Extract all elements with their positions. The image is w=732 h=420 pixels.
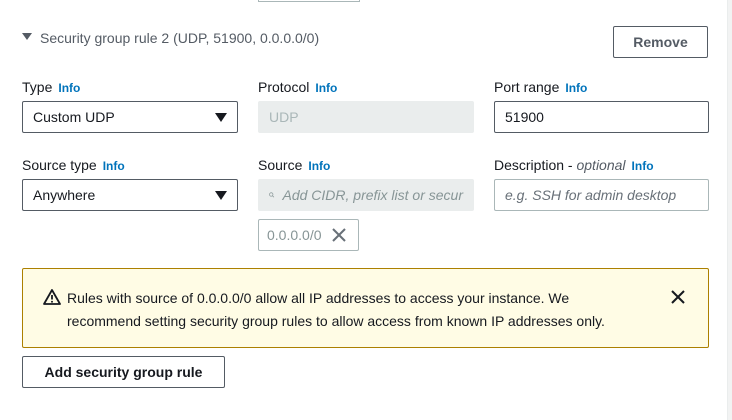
warning-alert-text: Rules with source of 0.0.0.0/0 allow all…: [67, 290, 605, 329]
source-type-label: Source type Info: [22, 157, 125, 173]
description-input[interactable]: e.g. SSH for admin desktop: [494, 179, 709, 211]
previous-rule-control-edge: [258, 0, 360, 2]
protocol-label-text: Protocol: [258, 79, 310, 95]
dismiss-alert-icon[interactable]: [671, 290, 685, 304]
dropdown-arrow-icon: [215, 190, 227, 200]
source-search-input[interactable]: Add CIDR, prefix list or secur: [258, 179, 474, 211]
type-label: Type Info: [22, 79, 80, 95]
port-range-label: Port range Info: [494, 79, 587, 95]
description-placeholder: e.g. SSH for admin desktop: [505, 187, 677, 203]
port-range-value: 51900: [505, 109, 544, 125]
source-type-select-value: Anywhere: [33, 187, 96, 203]
search-icon: [269, 192, 275, 198]
source-type-select[interactable]: Anywhere: [22, 179, 238, 211]
source-label-text: Source: [258, 157, 303, 173]
source-search-placeholder: Add CIDR, prefix list or secur: [282, 187, 464, 203]
type-select[interactable]: Custom UDP: [22, 101, 238, 133]
description-label-text: Description: [494, 157, 565, 173]
description-label-separator: -: [564, 157, 577, 173]
type-info-link[interactable]: Info: [58, 81, 80, 95]
protocol-label: Protocol Info: [258, 79, 337, 95]
port-range-label-text: Port range: [494, 79, 560, 95]
source-token-value: 0.0.0.0/0: [267, 227, 322, 243]
protocol-info-link[interactable]: Info: [315, 81, 337, 95]
source-type-info-link[interactable]: Info: [103, 159, 125, 173]
close-icon[interactable]: [331, 228, 346, 242]
add-security-group-rule-button[interactable]: Add security group rule: [22, 356, 225, 388]
source-label: Source Info: [258, 157, 330, 173]
rule-header-title: Security group rule 2 (UDP, 51900, 0.0.0…: [40, 30, 320, 46]
type-label-text: Type: [22, 79, 53, 95]
remove-button[interactable]: Remove: [613, 26, 708, 58]
protocol-field: UDP: [258, 101, 474, 133]
warning-icon: [43, 289, 61, 305]
security-group-rules-panel: Security group rule 2 (UDP, 51900, 0.0.0…: [0, 0, 728, 420]
type-select-value: Custom UDP: [33, 109, 115, 125]
source-info-link[interactable]: Info: [308, 159, 330, 173]
description-optional-text: optional: [576, 157, 626, 173]
description-label: Description - optional Info: [494, 157, 654, 173]
description-info-link[interactable]: Info: [632, 159, 654, 173]
protocol-field-value: UDP: [269, 109, 299, 125]
source-type-label-text: Source type: [22, 157, 97, 173]
port-range-input[interactable]: 51900: [494, 101, 709, 133]
port-range-info-link[interactable]: Info: [565, 81, 587, 95]
caret-down-icon: [22, 32, 32, 40]
dropdown-arrow-icon: [215, 112, 227, 122]
warning-alert: Rules with source of 0.0.0.0/0 allow all…: [22, 268, 709, 348]
source-token: 0.0.0.0/0: [258, 219, 359, 251]
rule-header-toggle[interactable]: Security group rule 2 (UDP, 51900, 0.0.0…: [22, 30, 319, 46]
